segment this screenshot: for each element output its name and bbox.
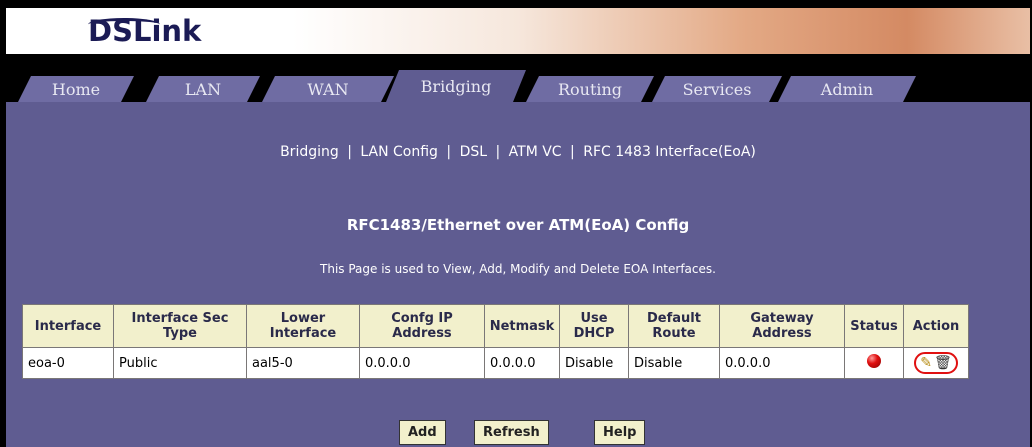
main-tab-bar: Home LAN WAN Bridging Routing Services A… — [6, 54, 1030, 102]
cell-default-route: Disable — [628, 347, 720, 379]
header-default-route: Default Route — [628, 304, 720, 348]
header-use-dhcp: Use DHCP — [559, 304, 629, 348]
subnav-dsl[interactable]: DSL — [460, 144, 487, 160]
cell-status — [844, 347, 904, 379]
tab-lan-label: LAN — [184, 80, 222, 99]
cell-lower-interface: aal5-0 — [246, 347, 360, 379]
page-description: This Page is used to View, Add, Modify a… — [320, 262, 716, 276]
subnav-separator: | — [570, 144, 575, 160]
tab-routing[interactable]: Routing — [526, 76, 654, 102]
header-action: Action — [903, 304, 969, 348]
router-config-window: DSLink Home LAN WAN Bridging Routing Ser… — [6, 8, 1030, 447]
cell-interface: eoa-0 — [22, 347, 114, 379]
tab-home[interactable]: Home — [18, 76, 134, 102]
dslink-logo: DSLink — [88, 14, 201, 48]
logo-swoosh — [88, 18, 160, 31]
sub-navigation: Bridging | LAN Config | DSL | ATM VC | R… — [6, 144, 1030, 160]
subnav-separator: | — [495, 144, 501, 160]
add-button[interactable]: Add — [399, 420, 446, 445]
tab-services-label: Services — [682, 80, 752, 99]
page-title: RFC1483/Ethernet over ATM(EoA) Config — [346, 216, 690, 234]
header-confg-ip-address: Confg IP Address — [359, 304, 485, 348]
cell-use-dhcp: Disable — [559, 347, 629, 379]
table-row: eoa-0 Public aal5-0 0.0.0.0 0.0.0.0 Disa… — [22, 347, 969, 379]
tab-home-label: Home — [51, 80, 101, 99]
subnav-lan-config[interactable]: LAN Config — [360, 144, 438, 160]
table-header-row: Interface Interface Sec Type Lower Inter… — [22, 304, 969, 348]
header-netmask: Netmask — [484, 304, 560, 348]
action-group: ✎ 🗑 — [914, 352, 958, 374]
pencil-icon[interactable]: ✎ — [920, 355, 932, 371]
tab-lan[interactable]: LAN — [146, 76, 260, 102]
trash-icon[interactable]: 🗑 — [934, 355, 952, 371]
cell-action: ✎ 🗑 — [903, 347, 969, 379]
subnav-atm-vc[interactable]: ATM VC — [509, 144, 562, 160]
header-status: Status — [844, 304, 904, 348]
subnav-separator: | — [347, 144, 352, 160]
cell-ip-address: 0.0.0.0 — [359, 347, 485, 379]
header-lower-interface: Lower Interface — [246, 304, 360, 348]
header-interface-sec-type: Interface Sec Type — [113, 304, 247, 348]
tab-routing-label: Routing — [557, 80, 623, 99]
help-button[interactable]: Help — [594, 420, 646, 445]
tab-bridging[interactable]: Bridging — [386, 70, 526, 102]
cell-sec-type: Public — [113, 347, 247, 379]
header-banner: DSLink — [6, 8, 1030, 54]
subnav-separator: | — [446, 144, 452, 160]
red-status-icon — [867, 354, 881, 368]
subnav-bridging[interactable]: Bridging — [280, 144, 339, 160]
cell-gateway: 0.0.0.0 — [719, 347, 845, 379]
refresh-button[interactable]: Refresh — [474, 420, 549, 445]
tab-bridging-label: Bridging — [420, 77, 492, 96]
tab-admin[interactable]: Admin — [778, 76, 916, 102]
subnav-rfc1483-interface[interactable]: RFC 1483 Interface(EoA) — [583, 144, 756, 160]
header-interface: Interface — [22, 304, 114, 348]
tab-wan-label: WAN — [307, 80, 349, 99]
tab-admin-label: Admin — [820, 80, 874, 99]
cell-netmask: 0.0.0.0 — [484, 347, 560, 379]
tab-services[interactable]: Services — [652, 76, 782, 102]
tab-wan[interactable]: WAN — [262, 76, 394, 102]
eoa-interfaces-table: Interface Interface Sec Type Lower Inter… — [22, 304, 969, 379]
header-gateway-address: Gateway Address — [719, 304, 845, 348]
